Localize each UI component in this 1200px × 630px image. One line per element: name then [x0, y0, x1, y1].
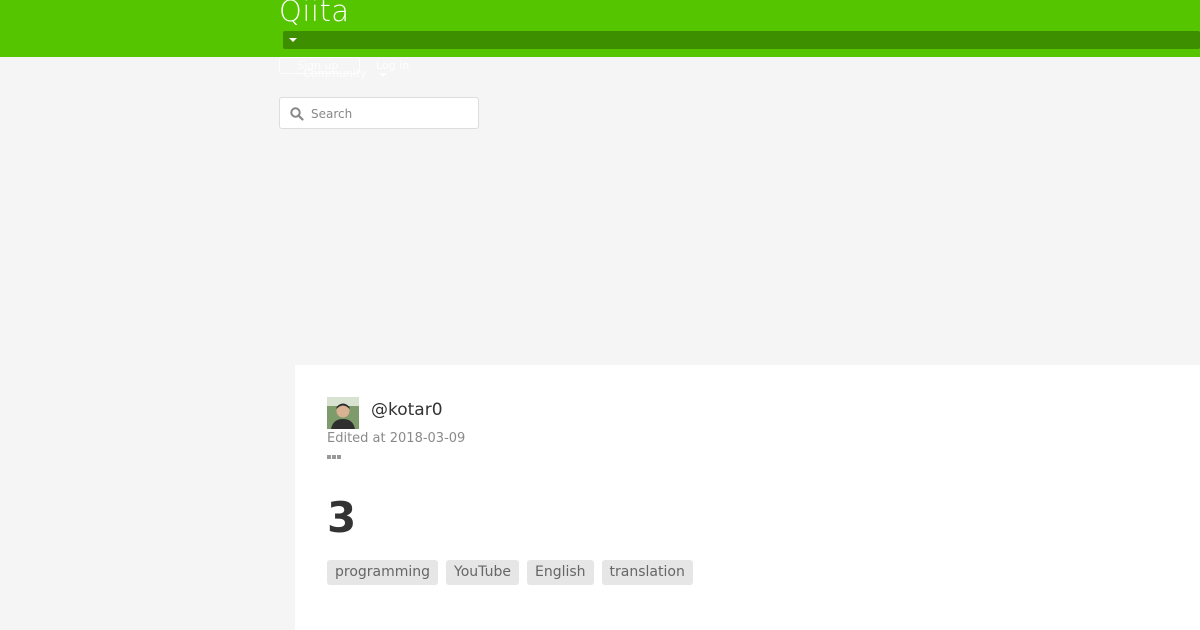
avatar[interactable]: [327, 397, 359, 429]
more-options-icon[interactable]: [327, 453, 343, 461]
author-username[interactable]: @kotar0: [371, 400, 443, 420]
search-input[interactable]: [311, 104, 471, 124]
tag-programming[interactable]: programming: [327, 560, 439, 585]
qiita-logo[interactable]: Qiita: [279, 0, 350, 28]
header-dropdown-bar[interactable]: [283, 31, 1200, 49]
edited-label: Edited at: [327, 431, 386, 446]
search-icon: [290, 107, 304, 121]
community-caret-icon[interactable]: [379, 73, 387, 77]
tag-translation[interactable]: translation: [601, 560, 693, 585]
search-box: [279, 97, 479, 129]
tag-english[interactable]: English: [526, 560, 594, 585]
article-title: 3: [327, 493, 357, 542]
caret-down-icon[interactable]: [289, 38, 297, 42]
community-menu[interactable]: Community: [303, 67, 367, 80]
site-header: Qiita: [0, 0, 1200, 57]
tag-list: programming YouTube English translation: [327, 560, 693, 585]
edited-date: 2018-03-09: [389, 431, 466, 446]
tag-youtube[interactable]: YouTube: [446, 560, 519, 585]
article-card: @kotar0 Edited at 2018-03-09 3 programmi…: [295, 365, 1200, 630]
login-link[interactable]: Log in: [376, 59, 409, 72]
edited-info: Edited at 2018-03-09: [327, 431, 465, 446]
